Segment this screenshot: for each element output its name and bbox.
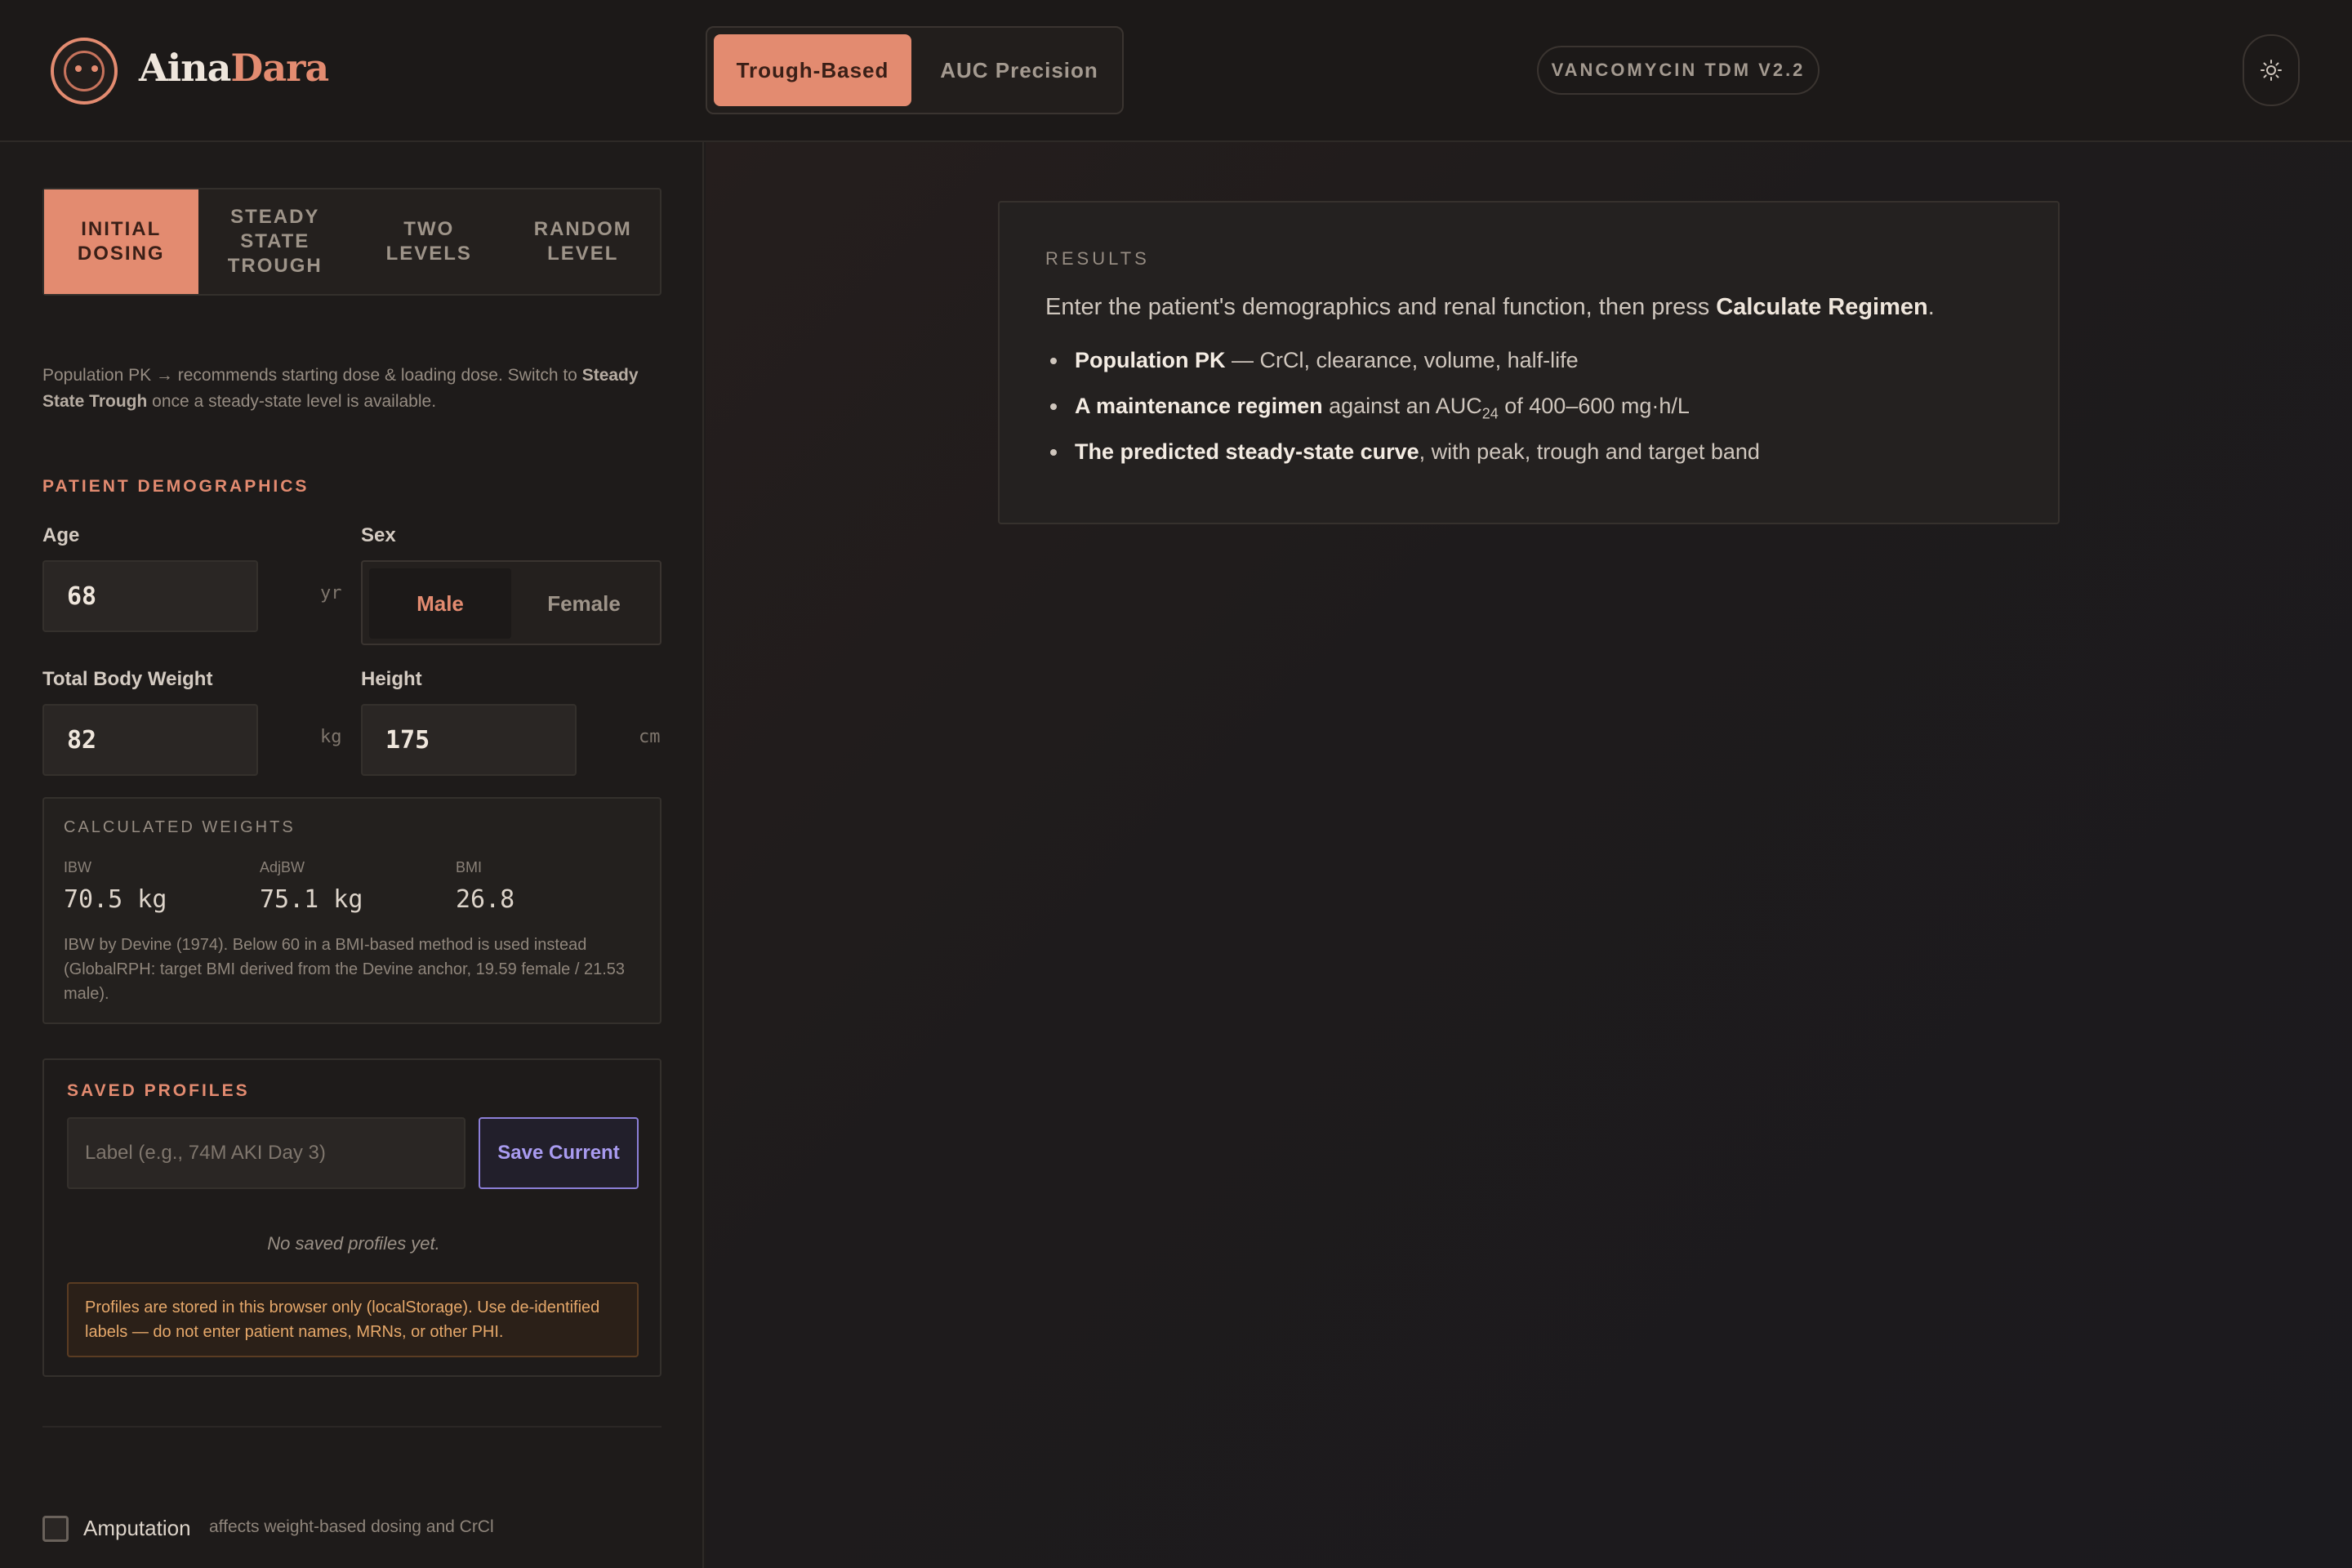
main-content: RESULTS Enter the patient's demographics… xyxy=(706,142,2352,1568)
results-intro-a: Enter the patient's demographics and ren… xyxy=(1045,294,1717,320)
dosing-tabs: INITIAL DOSING STEADY STATE TROUGH TWO L… xyxy=(42,188,662,296)
tab-two-levels[interactable]: TWO LEVELS xyxy=(352,189,506,294)
bullet-1-bold: Population PK xyxy=(1075,348,1226,372)
height-input[interactable]: 175 xyxy=(361,704,577,776)
brand-logo: AinaDara xyxy=(139,46,329,90)
brand-name-b: Dara xyxy=(230,46,329,90)
list-item: The predicted steady-state curve, with p… xyxy=(1045,438,1760,483)
version-badge: VANCOMYCIN TDM V2.2 xyxy=(1537,46,1820,95)
calculated-weights-panel: CALCULATED WEIGHTS IBW 70.5 kg AdjBW 75.… xyxy=(42,797,662,1024)
demographics-title: PATIENT DEMOGRAPHICS xyxy=(42,477,310,496)
tab-initial-dosing[interactable]: INITIAL DOSING xyxy=(44,189,198,294)
profile-label-input[interactable]: Label (e.g., 74M AKI Day 3) xyxy=(67,1117,466,1189)
results-bullets: Population PK — CrCl, clearance, volume,… xyxy=(1045,346,1760,483)
bmi-value: 26.8 xyxy=(456,885,515,914)
amputation-note: affects weight-based dosing and CrCl xyxy=(209,1517,494,1536)
results-intro: Enter the patient's demographics and ren… xyxy=(1045,294,1935,321)
bmi-label: BMI xyxy=(456,859,483,875)
bullet-1-text: — CrCl, clearance, volume, half-life xyxy=(1225,348,1579,372)
save-current-button[interactable]: Save Current xyxy=(479,1117,639,1189)
app-header: AinaDara Trough-Based AUC Precision VANC… xyxy=(0,0,2352,142)
weight-unit: kg xyxy=(320,727,342,747)
age-unit: yr xyxy=(320,583,342,604)
ibw-label: IBW xyxy=(64,859,91,875)
amputation-label[interactable]: Amputation xyxy=(83,1516,191,1541)
theme-toggle-button[interactable] xyxy=(2243,34,2300,106)
bullet-2-sub: 24 xyxy=(1481,405,1499,422)
sidebar: INITIAL DOSING STEADY STATE TROUGH TWO L… xyxy=(0,142,704,1568)
mode-trough-button[interactable]: Trough-Based xyxy=(714,34,911,106)
sex-male-option[interactable]: Male xyxy=(369,568,511,639)
intro-text-1: Population PK → recommends starting dose… xyxy=(42,366,582,385)
adjbw-label: AdjBW xyxy=(260,859,305,875)
weight-input[interactable]: 82 xyxy=(42,704,258,776)
divider xyxy=(42,1426,662,1428)
sex-label: Sex xyxy=(361,524,396,546)
mode-auc-button[interactable]: AUC Precision xyxy=(921,34,1117,106)
calculated-weights-note: IBW by Devine (1974). Below 60 in a BMI-… xyxy=(64,936,626,1003)
brand-name-a: Aina xyxy=(139,46,231,90)
list-item: Population PK — CrCl, clearance, volume,… xyxy=(1045,346,1760,392)
tab-random-level[interactable]: RANDOM LEVEL xyxy=(506,189,661,294)
results-panel: RESULTS Enter the patient's demographics… xyxy=(998,201,2060,524)
mode-switch: Trough-Based AUC Precision xyxy=(706,26,1124,114)
mode-description: Population PK → recommends starting dose… xyxy=(42,363,663,415)
age-label: Age xyxy=(42,524,80,546)
bullet-2-mid: against an AUC xyxy=(1322,394,1482,418)
results-intro-b: Calculate Regimen xyxy=(1716,294,1928,320)
bullet-3-text: , with peak, trough and target band xyxy=(1419,439,1760,464)
sex-toggle: Male Female xyxy=(361,560,662,645)
phi-warning: Profiles are stored in this browser only… xyxy=(67,1282,639,1357)
weight-label: Total Body Weight xyxy=(42,668,213,690)
tab-steady-state-trough[interactable]: STEADY STATE TROUGH xyxy=(198,189,353,294)
logo-icon xyxy=(51,38,118,105)
amputation-checkbox[interactable] xyxy=(42,1516,69,1542)
intro-text-2: once a steady-state level is available. xyxy=(147,392,437,411)
sex-female-option[interactable]: Female xyxy=(513,568,655,639)
bullet-3-bold: The predicted steady-state curve xyxy=(1075,439,1419,464)
height-unit: cm xyxy=(639,727,661,747)
adjbw-value: 75.1 kg xyxy=(260,885,363,914)
results-title: RESULTS xyxy=(1045,248,1150,269)
bullet-2-text: of 400–600 mg·h/L xyxy=(1498,394,1690,418)
age-input[interactable]: 68 xyxy=(42,560,258,632)
saved-profiles-title: SAVED PROFILES xyxy=(67,1081,250,1100)
ibw-value: 70.5 kg xyxy=(64,885,167,914)
list-item: A maintenance regimen against an AUC24 o… xyxy=(1045,392,1760,438)
height-label: Height xyxy=(361,668,422,690)
sun-icon xyxy=(2261,60,2282,81)
results-intro-c: . xyxy=(1927,294,1935,320)
bullet-2-bold: A maintenance regimen xyxy=(1075,394,1323,418)
calculated-weights-title: CALCULATED WEIGHTS xyxy=(64,818,296,836)
empty-profiles-message: No saved profiles yet. xyxy=(267,1233,440,1254)
saved-profiles-panel: SAVED PROFILES Label (e.g., 74M AKI Day … xyxy=(42,1058,662,1377)
